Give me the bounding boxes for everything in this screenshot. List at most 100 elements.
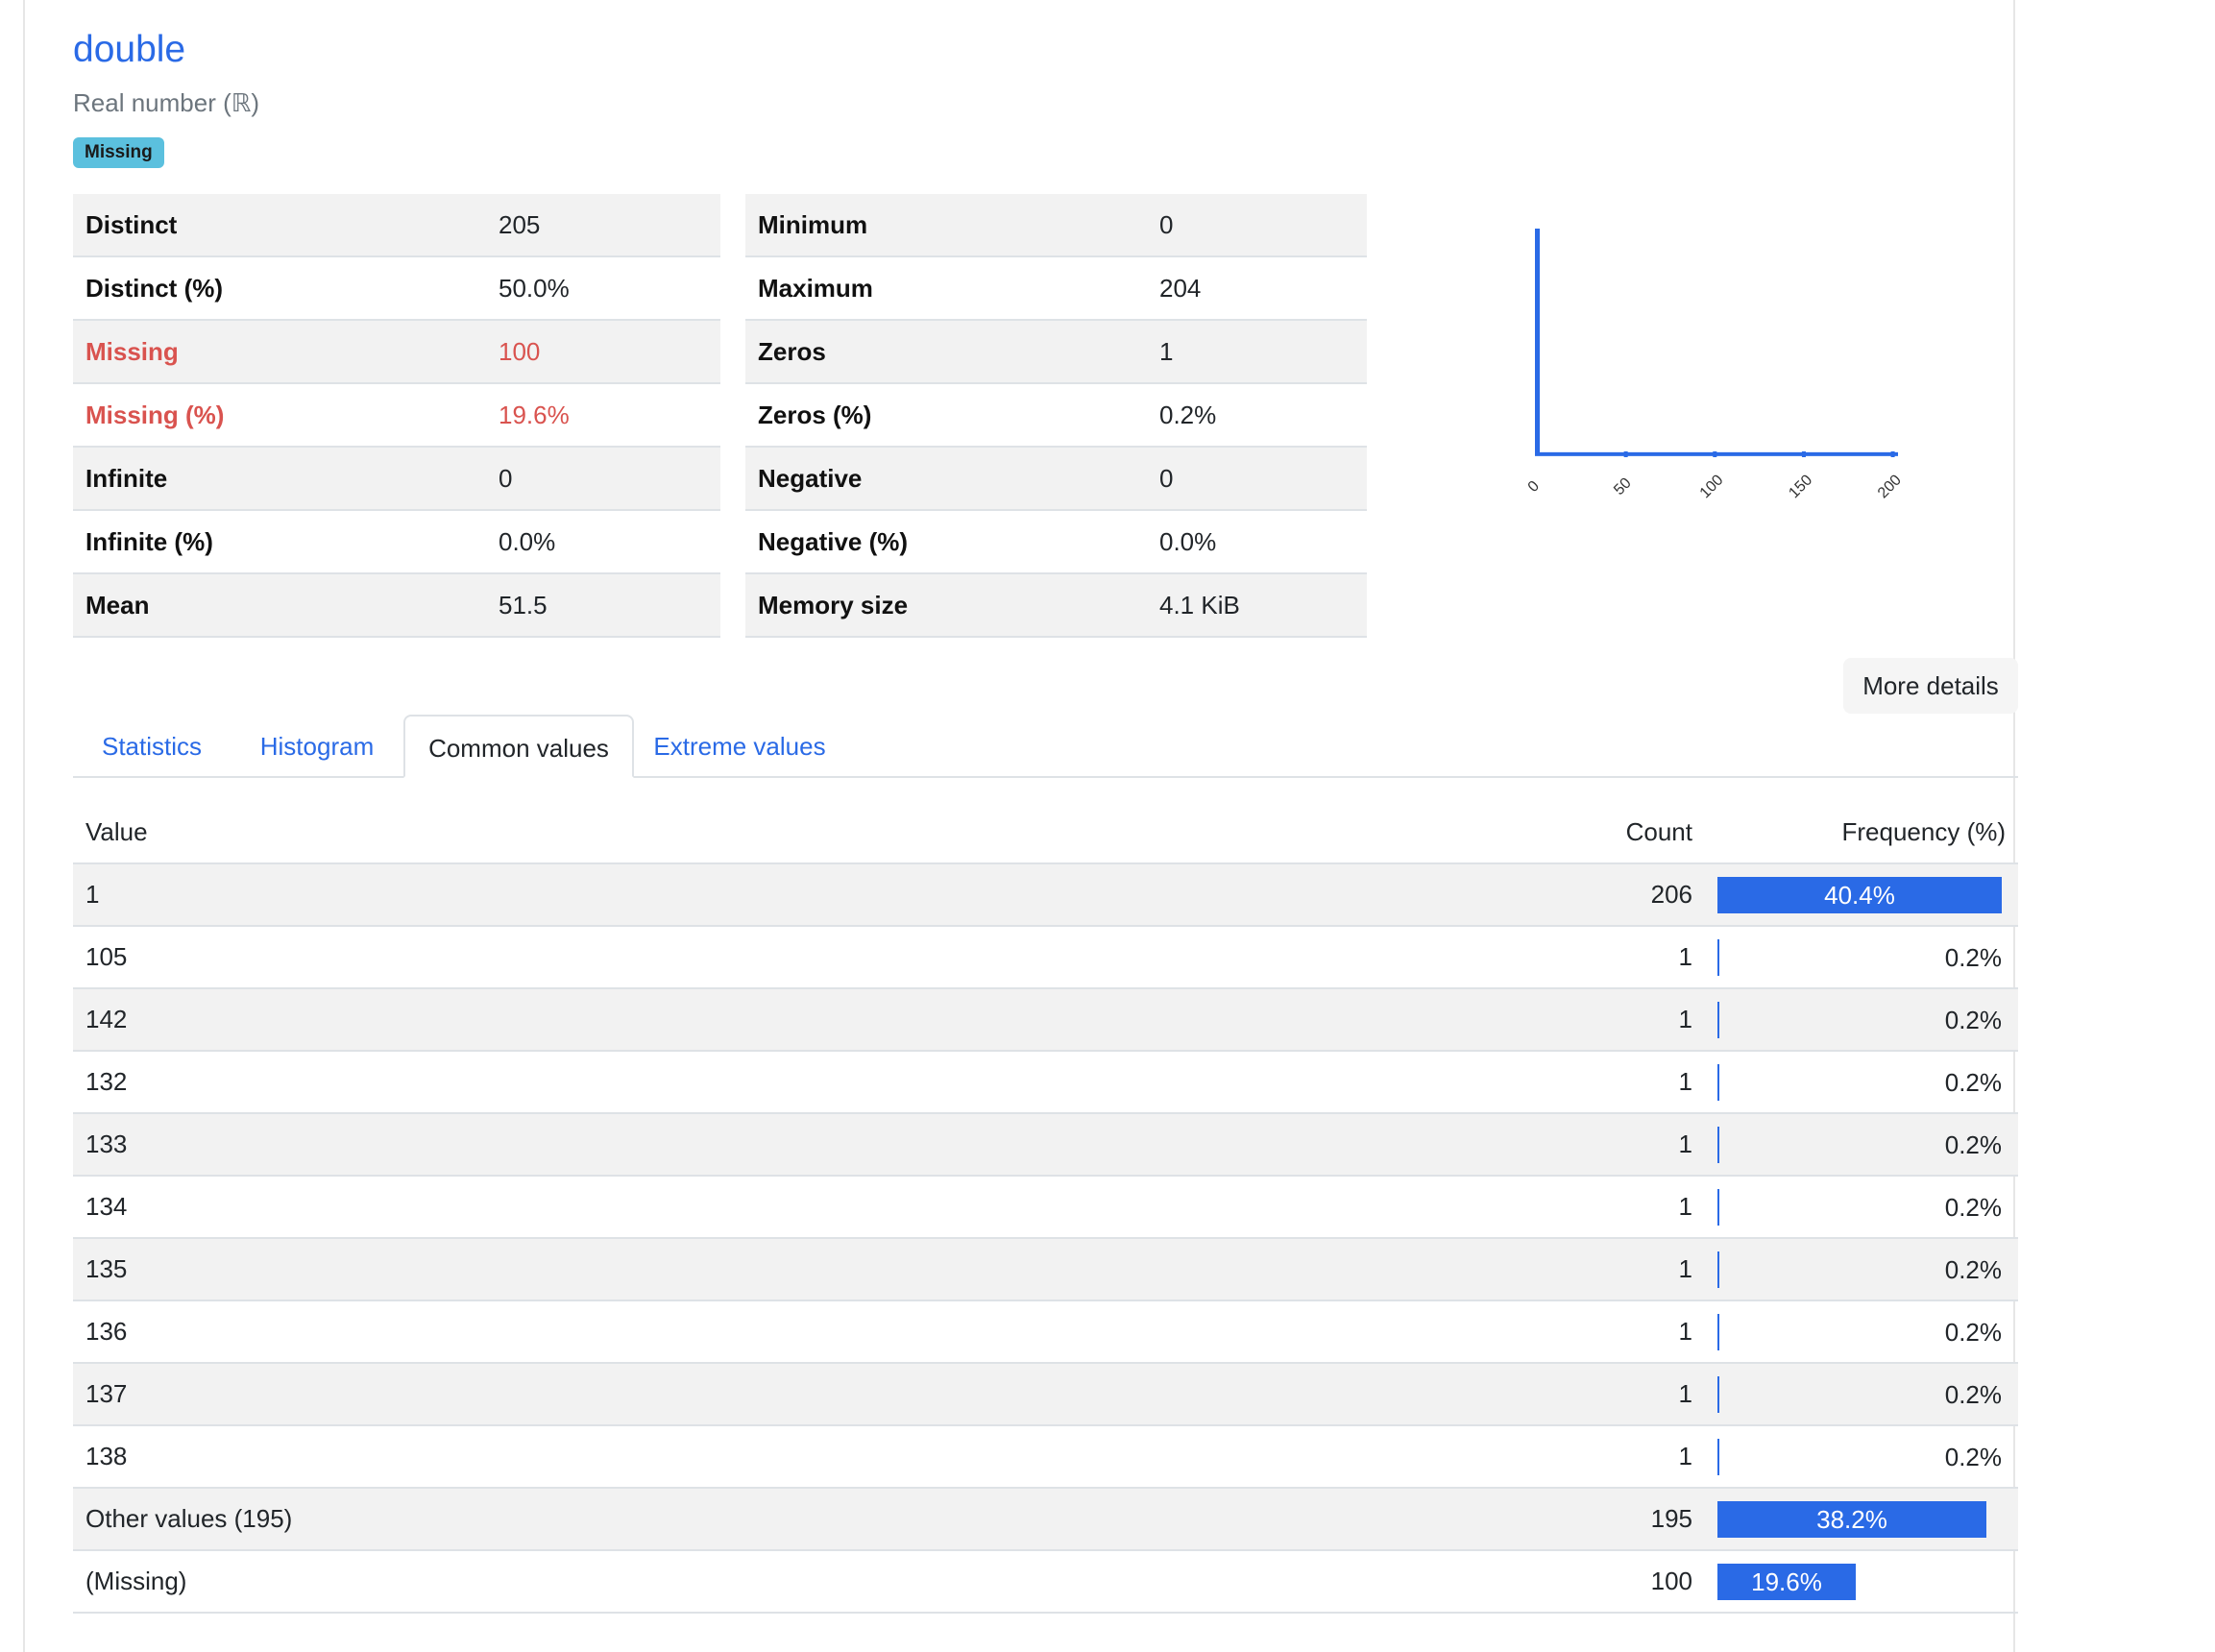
table-row: 133 1 0.2%	[73, 1113, 2018, 1177]
stat-value: 0.0%	[486, 510, 720, 574]
stat-label: Missing (%)	[73, 383, 486, 448]
frequency-cell: 0.2%	[1705, 1051, 2018, 1114]
stat-value: 4.1 KiB	[1147, 573, 1367, 638]
stat-label: Infinite (%)	[73, 510, 486, 574]
stat-label: Maximum	[745, 256, 1147, 321]
frequency-cell: 0.2%	[1705, 1238, 2018, 1301]
variable-card: double Real number (ℝ) Missing Distinct 2…	[23, 0, 2018, 1652]
frequency-cell: 0.2%	[1705, 926, 2018, 989]
table-row: 136 1 0.2%	[73, 1300, 2018, 1364]
frequency-label: 0.2%	[1944, 1379, 2002, 1409]
tab-label: Extreme values	[653, 732, 826, 761]
tab-common-values[interactable]: Common values	[403, 715, 634, 778]
tab-label: Histogram	[259, 732, 375, 761]
frequency-label: 0.2%	[1944, 1442, 2002, 1471]
stat-value: 100	[486, 320, 720, 384]
histogram-tick-label: 150	[1786, 472, 1815, 501]
table-row: (Missing) 100 19.6%	[73, 1550, 2018, 1614]
frequency-bar: 40.4%	[1717, 876, 2002, 913]
table-row: 105 1 0.2%	[73, 926, 2018, 989]
frequency-bar	[1717, 1313, 1719, 1350]
frequency-cell: 19.6%	[1705, 1550, 2018, 1614]
stat-row: Minimum 0	[745, 194, 1367, 257]
missing-badge: Missing	[73, 137, 164, 168]
header-value: Value	[73, 801, 1459, 864]
variable-name[interactable]: double	[73, 29, 185, 71]
stat-label: Memory size	[745, 573, 1147, 638]
count-cell: 206	[1459, 863, 1705, 927]
histogram-tick-label: 200	[1875, 472, 1905, 501]
stats-table-left: Distinct 205 Distinct (%) 50.0% Missing 100 Mi…	[73, 194, 720, 638]
stat-row: Zeros 1	[745, 320, 1367, 384]
table-header-row: Value Count Frequency (%)	[73, 801, 2018, 864]
count-cell: 1	[1459, 1176, 1705, 1239]
count-cell: 100	[1459, 1550, 1705, 1614]
stat-row: Distinct (%) 50.0%	[73, 256, 720, 321]
tab-statistics[interactable]: Statistics	[73, 715, 231, 776]
stat-row: Maximum 204	[745, 256, 1367, 321]
stat-label: Minimum	[745, 194, 1147, 257]
histogram-bar	[1713, 451, 1717, 457]
value-cell: 137	[73, 1363, 1459, 1426]
frequency-label: 0.2%	[1944, 1254, 2002, 1284]
histogram-tick-label: 50	[1611, 474, 1635, 498]
table-row: 138 1 0.2%	[73, 1425, 2018, 1489]
value-cell: 142	[73, 988, 1459, 1052]
histogram-tick-label: 0	[1525, 478, 1543, 496]
stat-value: 0.2%	[1147, 383, 1367, 448]
count-cell: 195	[1459, 1488, 1705, 1551]
frequency-cell: 0.2%	[1705, 1176, 2018, 1239]
stat-label: Negative (%)	[745, 510, 1147, 574]
table-row: 137 1 0.2%	[73, 1363, 2018, 1426]
stat-label: Zeros	[745, 320, 1147, 384]
value-cell: 136	[73, 1300, 1459, 1364]
header-frequency: Frequency (%)	[1705, 801, 2018, 864]
variable-type: Real number (ℝ)	[73, 88, 259, 117]
count-cell: 1	[1459, 1238, 1705, 1301]
histogram-bar	[1535, 229, 1540, 455]
frequency-bar	[1717, 1375, 1719, 1413]
frequency-bar	[1717, 1438, 1719, 1475]
stat-row: Missing 100	[73, 320, 720, 384]
value-cell: 134	[73, 1176, 1459, 1239]
value-cell: 133	[73, 1113, 1459, 1177]
frequency-cell: 0.2%	[1705, 1363, 2018, 1426]
stat-value: 0	[486, 447, 720, 511]
stat-row: Negative (%) 0.0%	[745, 510, 1367, 574]
frequency-bar	[1717, 1001, 1719, 1038]
count-cell: 1	[1459, 1113, 1705, 1177]
stat-value: 0	[1147, 194, 1367, 257]
tab-label: Statistics	[101, 732, 203, 761]
frequency-cell: 0.2%	[1705, 988, 2018, 1052]
frequency-label: 38.2%	[1816, 1504, 1887, 1534]
count-cell: 1	[1459, 1051, 1705, 1114]
stat-value: 51.5	[486, 573, 720, 638]
count-cell: 1	[1459, 988, 1705, 1052]
frequency-label: 19.6%	[1751, 1567, 1822, 1596]
frequency-bar	[1717, 938, 1719, 976]
details-tabs: Statistics Histogram Common values Extre…	[73, 715, 2018, 778]
stat-row: Memory size 4.1 KiB	[745, 573, 1367, 638]
value-cell: 105	[73, 926, 1459, 989]
frequency-bar	[1717, 1063, 1719, 1101]
stat-value: 204	[1147, 256, 1367, 321]
histogram-bar	[1801, 451, 1806, 457]
table-row: Other values (195) 195 38.2%	[73, 1488, 2018, 1551]
tab-extreme-values[interactable]: Extreme values	[634, 715, 845, 776]
count-cell: 1	[1459, 926, 1705, 989]
histogram-bar	[1623, 451, 1628, 457]
frequency-label: 0.2%	[1944, 1005, 2002, 1034]
header-count: Count	[1459, 801, 1705, 864]
value-cell: (Missing)	[73, 1550, 1459, 1614]
tab-histogram[interactable]: Histogram	[231, 715, 403, 776]
stat-label: Mean	[73, 573, 486, 638]
stat-label: Zeros (%)	[745, 383, 1147, 448]
table-row: 142 1 0.2%	[73, 988, 2018, 1052]
more-details-button[interactable]: More details	[1843, 658, 2018, 714]
stat-row: Missing (%) 19.6%	[73, 383, 720, 448]
mini-histogram: 0 50 100 150 200	[1525, 229, 1905, 501]
stat-value: 205	[486, 194, 720, 257]
stat-value: 0	[1147, 447, 1367, 511]
frequency-bar	[1717, 1251, 1719, 1288]
table-row: 132 1 0.2%	[73, 1051, 2018, 1114]
